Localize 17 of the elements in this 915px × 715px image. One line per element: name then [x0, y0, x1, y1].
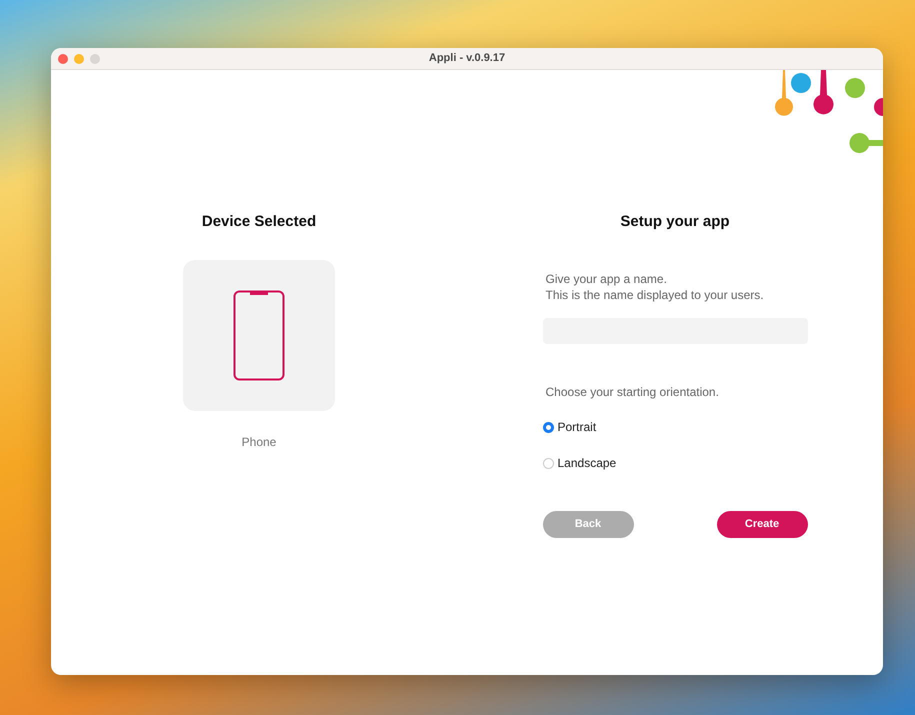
hint-text: Give your app a name. — [546, 271, 668, 287]
device-tile[interactable] — [183, 260, 335, 411]
section-heading: Setup your app — [620, 213, 730, 231]
device-label: Phone — [242, 434, 276, 451]
radio-button[interactable] — [542, 422, 554, 432]
window-title: Appli - v.0.9.17 — [428, 52, 506, 64]
radio-label[interactable]: Portrait — [558, 418, 596, 436]
close-icon[interactable] — [58, 54, 68, 64]
section-heading: Device Selected — [202, 213, 316, 231]
orientation-prompt: Choose your starting orientation. — [544, 384, 720, 401]
phone-icon — [233, 290, 285, 381]
radio-label[interactable]: Landscape — [558, 454, 616, 472]
minimize-icon[interactable] — [74, 54, 84, 64]
zoom-icon[interactable] — [90, 54, 100, 64]
action-button[interactable]: Create — [716, 511, 808, 538]
hint-text: This is the name displayed to your users. — [546, 287, 765, 303]
radio-button[interactable] — [542, 458, 554, 468]
